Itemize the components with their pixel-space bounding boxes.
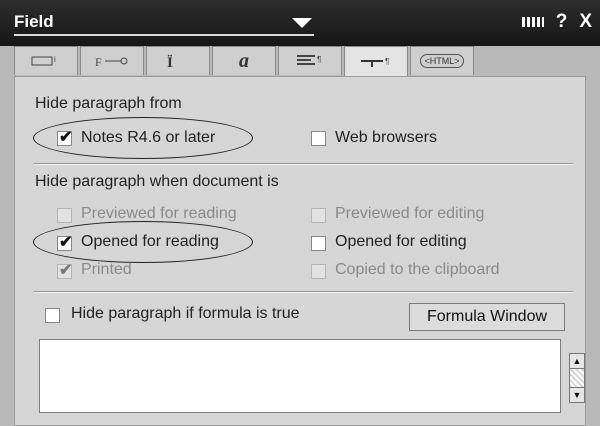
scroll-up-icon[interactable]: ▲	[569, 353, 585, 369]
hide-when-icon: ¶	[361, 57, 389, 67]
svg-text:i: i	[54, 55, 56, 64]
formula-input[interactable]	[39, 339, 561, 413]
hide-when-heading: Hide paragraph when document is	[35, 173, 279, 190]
svg-text:Ï: Ï	[167, 55, 173, 69]
chevron-down-icon[interactable]	[292, 18, 312, 28]
title-bar: Field ? X	[0, 0, 600, 46]
window-controls: ? X	[521, 11, 592, 33]
tab-alignment[interactable]: ¶	[278, 46, 342, 75]
copied-clipboard-label: Copied to the clipboard	[335, 261, 500, 278]
previewed-reading-checkbox[interactable]	[57, 208, 72, 223]
property-tabs: i F Ï a ¶ ¶ <HTML>	[14, 46, 474, 77]
tab-html[interactable]: <HTML>	[410, 46, 474, 75]
tab-font[interactable]: Ï	[146, 46, 210, 75]
annotation-oval-notes	[33, 117, 253, 159]
formula-window-button[interactable]: Formula Window	[409, 303, 565, 331]
hide-from-heading: Hide paragraph from	[35, 95, 182, 112]
alignment-icon: ¶	[297, 55, 321, 65]
field-format-icon: F	[95, 55, 128, 68]
menu-dots-icon[interactable]	[521, 17, 544, 27]
field-info-icon: i	[31, 55, 56, 66]
previewed-editing-label: Previewed for editing	[335, 205, 485, 222]
svg-text:¶: ¶	[385, 57, 389, 66]
italic-a-icon: a	[239, 49, 249, 72]
hide-formula-label: Hide paragraph if formula is true	[71, 305, 300, 322]
tab-text-style[interactable]: a	[212, 46, 276, 75]
font-icon: Ï	[167, 55, 173, 69]
svg-text:¶: ¶	[317, 55, 321, 64]
tab-field-info[interactable]: i	[14, 46, 78, 75]
web-checkbox[interactable]	[311, 131, 326, 146]
divider	[33, 163, 573, 165]
scrollbar-track[interactable]	[569, 369, 585, 387]
divider	[33, 291, 573, 293]
copied-clipboard-checkbox[interactable]	[311, 264, 326, 279]
close-icon[interactable]: X	[579, 11, 592, 33]
opened-editing-checkbox[interactable]	[311, 236, 326, 251]
previewed-editing-checkbox[interactable]	[311, 208, 326, 223]
html-icon: <HTML>	[420, 54, 464, 68]
check-icon: ✔	[59, 262, 73, 279]
opened-editing-label: Opened for editing	[335, 233, 467, 250]
tab-hide-when[interactable]: ¶	[344, 46, 408, 77]
tab-field-format[interactable]: F	[80, 46, 144, 75]
printed-checkbox[interactable]: ✔	[57, 262, 72, 279]
svg-text:F: F	[95, 55, 102, 68]
scroll-down-icon[interactable]: ▼	[569, 387, 585, 403]
annotation-oval-reading	[33, 221, 253, 263]
help-icon[interactable]: ?	[556, 11, 568, 33]
window-title: Field	[14, 12, 54, 31]
web-label: Web browsers	[335, 129, 437, 146]
title-underline	[14, 34, 314, 36]
hide-formula-checkbox[interactable]	[45, 308, 60, 323]
printed-label: Printed	[81, 261, 132, 278]
hide-when-panel: Hide paragraph from ✔ Notes R4.6 or late…	[14, 76, 586, 426]
